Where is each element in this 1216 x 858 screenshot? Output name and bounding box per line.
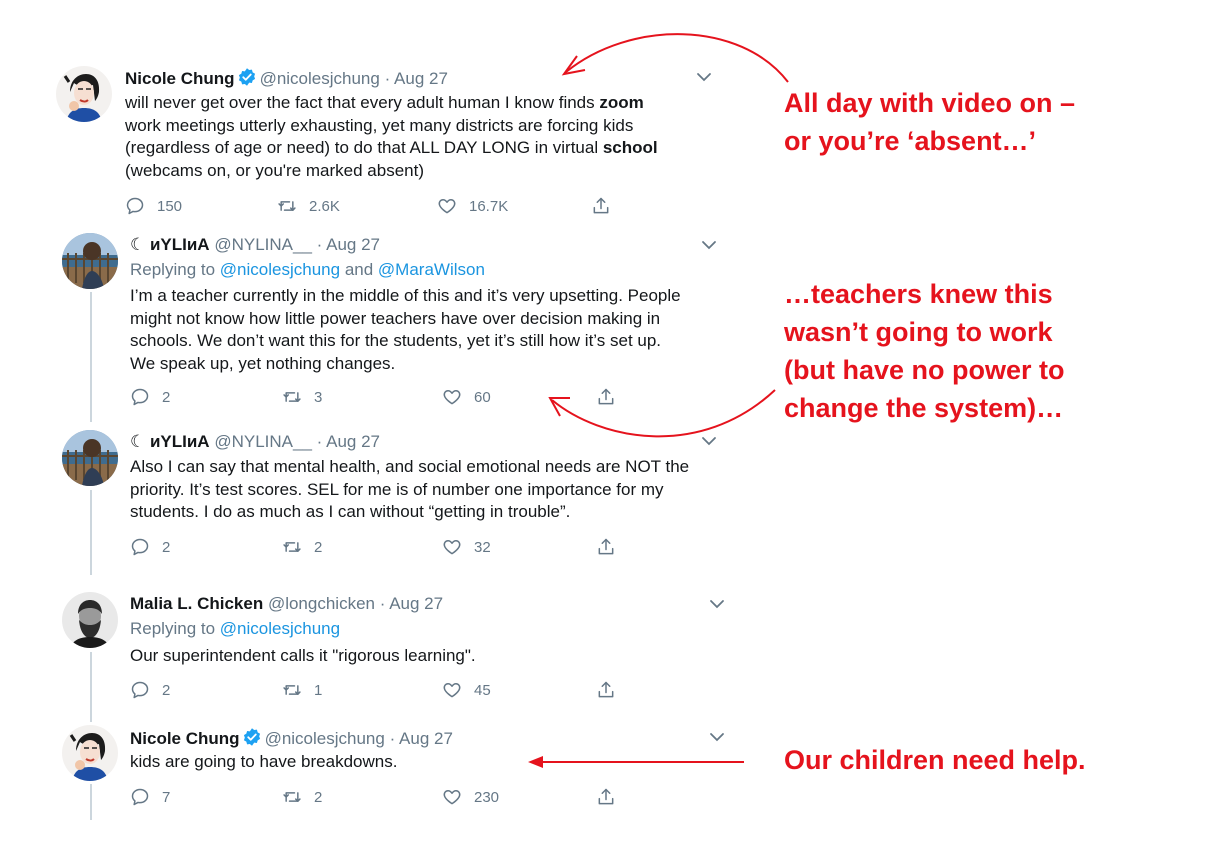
arrow-middle: [551, 389, 776, 438]
annotation-arrows: [528, 33, 789, 768]
arrow-top: [565, 33, 789, 83]
arrow-bottom-head: [528, 756, 543, 768]
